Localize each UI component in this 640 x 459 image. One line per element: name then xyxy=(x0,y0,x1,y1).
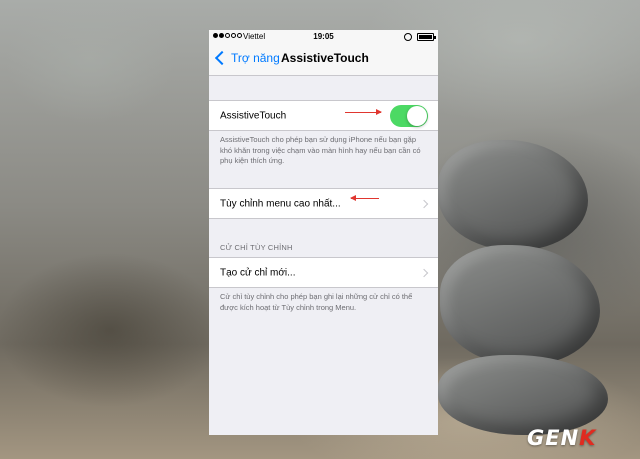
battery-icon xyxy=(417,33,436,41)
genk-watermark-logo: GENK xyxy=(527,426,596,450)
custom-gestures-header: CỬ CHỈ TÙY CHỈNH xyxy=(220,243,293,252)
custom-gestures-description: Cử chỉ tùy chỉnh cho phép bạn ghi lại nh… xyxy=(220,292,413,312)
chevron-right-icon xyxy=(419,199,429,208)
watermark-accent: K xyxy=(579,426,597,450)
customize-menu-row[interactable]: Tùy chỉnh menu cao nhất... xyxy=(209,188,438,219)
create-gesture-label: Tạo cử chỉ mới... xyxy=(220,267,296,278)
annotation-arrow-toggle xyxy=(345,109,382,115)
back-button[interactable]: Trợ năng xyxy=(214,50,280,66)
assistivetouch-row: AssistiveTouch xyxy=(209,100,438,131)
customize-menu-label: Tùy chỉnh menu cao nhất... xyxy=(220,198,341,209)
navigation-bar: Trợ năng AssistiveTouch xyxy=(209,44,438,76)
create-gesture-row[interactable]: Tạo cử chỉ mới... xyxy=(209,257,438,288)
phone-screen: Viettel 19:05 Trợ năng AssistiveTouch As… xyxy=(209,30,438,435)
page-title: AssistiveTouch xyxy=(281,51,369,65)
assistivetouch-description: AssistiveTouch cho phép bạn sử dụng iPho… xyxy=(220,135,421,165)
chevron-right-icon xyxy=(419,268,429,277)
annotation-arrow-customize xyxy=(350,195,379,201)
rotation-lock-icon xyxy=(404,33,412,41)
assistivetouch-label: AssistiveTouch xyxy=(220,110,287,121)
watermark-main: GEN xyxy=(527,426,580,450)
toggle-knob xyxy=(407,105,427,126)
back-button-label: Trợ năng xyxy=(231,51,280,65)
chevron-left-icon xyxy=(214,50,230,66)
assistivetouch-toggle[interactable] xyxy=(390,104,428,127)
status-bar: Viettel 19:05 xyxy=(209,30,438,44)
